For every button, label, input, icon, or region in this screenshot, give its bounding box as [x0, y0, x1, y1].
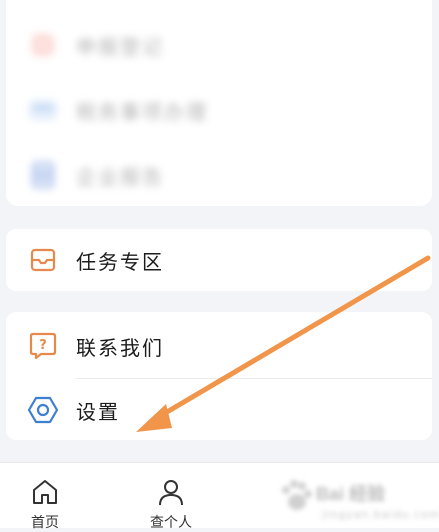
screen: 申报登记 税务事项办理 企业报告 任务专区 ? 联系我们 设置 首页 查个人 B… [0, 0, 439, 531]
annotation-arrow [136, 255, 431, 432]
